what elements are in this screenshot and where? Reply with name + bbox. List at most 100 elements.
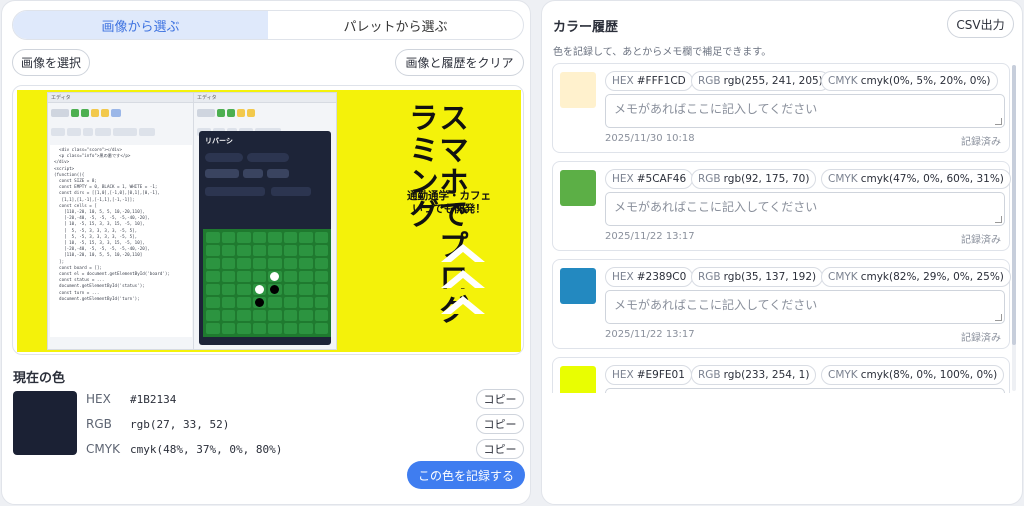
select-image-button[interactable]: 画像を選択 <box>12 49 90 76</box>
board-cell <box>268 310 282 321</box>
board-cell <box>237 271 251 282</box>
history-card: HEX #E9FE01 RGB rgb(233, 254, 1) CMYK cmyk(… <box>552 357 1010 393</box>
hex-chip-value: #2389C0 <box>636 271 687 283</box>
history-swatch[interactable] <box>560 170 596 206</box>
history-swatch[interactable] <box>560 366 596 393</box>
board-cell <box>314 271 328 282</box>
copy-rgb-button[interactable]: コピー <box>476 414 524 434</box>
history-swatch[interactable] <box>560 72 596 108</box>
memo-field[interactable]: メモがあればここに記入してください <box>605 192 1005 226</box>
board-cell <box>237 323 251 334</box>
board-cell <box>237 232 251 243</box>
board-cell <box>252 245 266 256</box>
board-cell <box>206 258 220 269</box>
hex-chip[interactable]: HEX #5CAF46 <box>605 169 694 189</box>
cmyk-chip[interactable]: CMYK cmyk(8%, 0%, 100%, 0%) <box>821 365 1005 385</box>
board-cell <box>283 232 297 243</box>
code-area: <div class="score"></div> <p class="info… <box>50 145 192 337</box>
rgb-chip-label: RGB <box>698 75 721 87</box>
board-cell <box>314 232 328 243</box>
board-cell <box>299 310 313 321</box>
history-card: HEX #2389C0 RGB rgb(35, 137, 192) CMYK cmyk… <box>552 259 1011 349</box>
rgb-chip-label: RGB <box>698 271 721 283</box>
board-cell <box>268 258 282 269</box>
arrow-up-icon <box>441 270 485 288</box>
rgb-chip-value: rgb(35, 137, 192) <box>723 271 817 283</box>
color-history-panel: カラー履歴 CSV出力 色を記録して、あとからメモ欄で補足できます。 HEX #F… <box>541 0 1023 505</box>
history-swatch[interactable] <box>560 268 596 304</box>
rgb-chip[interactable]: RGB rgb(92, 175, 70) <box>691 169 817 189</box>
board-cell <box>252 297 266 308</box>
cmyk-chip-label: CMYK <box>828 271 858 283</box>
code-line: document.getElementById('turn'); <box>54 295 140 301</box>
cmyk-chip[interactable]: CMYK cmyk(82%, 29%, 0%, 25%) <box>821 267 1011 287</box>
board-cell <box>314 245 328 256</box>
board-cell <box>252 284 266 295</box>
board-cell <box>283 323 297 334</box>
tab-from-palette[interactable]: パレットから選ぶ <box>268 11 523 39</box>
board-cell <box>299 297 313 308</box>
hex-chip[interactable]: HEX #FFF1CD <box>605 71 693 91</box>
hex-label: HEX <box>86 392 111 406</box>
history-description: 色を記録して、あとからメモ欄で補足できます。 <box>553 47 772 58</box>
tab-from-image[interactable]: 画像から選ぶ <box>13 11 268 39</box>
rgb-chip-label: RGB <box>698 369 721 381</box>
preview-subtext: 通勤通学・カフェ いつでも開発！ <box>407 190 491 216</box>
history-card: HEX #FFF1CD RGB rgb(255, 241, 205) CMYK cmy… <box>552 63 1010 153</box>
cmyk-value: cmyk(48%, 37%, 0%, 80%) <box>130 443 283 456</box>
board-cell <box>206 284 220 295</box>
board-cell <box>252 258 266 269</box>
board-cell <box>299 245 313 256</box>
preview-subtext-line2: いつでも開発！ <box>412 203 486 215</box>
rgb-chip-value: rgb(92, 175, 70) <box>723 173 810 185</box>
memo-field[interactable]: メモがあればここに記入してください <box>605 388 1005 393</box>
current-color-swatch <box>13 391 77 455</box>
csv-export-button[interactable]: CSV出力 <box>947 10 1014 38</box>
cmyk-label: CMYK <box>86 442 120 456</box>
memo-field[interactable]: メモがあればここに記入してください <box>605 94 1005 128</box>
hex-chip[interactable]: HEX #E9FE01 <box>605 365 692 385</box>
source-tabs: 画像から選ぶ パレットから選ぶ <box>12 10 524 40</box>
image-preview[interactable]: エディタ <div class="score"></div> <p class=… <box>12 85 524 355</box>
board-cell <box>221 310 235 321</box>
board-cell <box>283 258 297 269</box>
board-cell <box>237 284 251 295</box>
record-date: 2025/11/30 10:18 <box>605 133 695 144</box>
hex-value: #1B2134 <box>130 393 177 406</box>
record-color-button[interactable]: この色を記録する <box>407 461 525 489</box>
board-cell <box>206 232 220 243</box>
board-cell <box>268 297 282 308</box>
board-cell <box>314 258 328 269</box>
board-cell <box>221 271 235 282</box>
preview-image[interactable]: エディタ <div class="score"></div> <p class=… <box>17 90 521 352</box>
board-cell <box>206 310 220 321</box>
arrow-up-icon <box>441 296 485 314</box>
hex-chip-label: HEX <box>612 173 634 185</box>
hex-chip[interactable]: HEX #2389C0 <box>605 267 694 287</box>
copy-hex-button[interactable]: コピー <box>476 389 524 409</box>
record-date: 2025/11/22 13:17 <box>605 329 695 340</box>
board-cell <box>206 271 220 282</box>
clear-image-history-button[interactable]: 画像と履歴をクリア <box>395 49 524 76</box>
copy-cmyk-button[interactable]: コピー <box>476 439 524 459</box>
history-card: HEX #5CAF46 RGB rgb(92, 175, 70) CMYK cmyk(… <box>552 161 1011 251</box>
board-cell <box>252 232 266 243</box>
board-cell <box>221 284 235 295</box>
memo-placeholder: メモがあればここに記入してください <box>614 102 818 116</box>
rgb-chip[interactable]: RGB rgb(233, 254, 1) <box>691 365 817 385</box>
board-cell <box>221 323 235 334</box>
cmyk-chip[interactable]: CMYK cmyk(0%, 5%, 20%, 0%) <box>821 71 998 91</box>
board-cell <box>314 310 328 321</box>
reversi-stone <box>270 272 280 281</box>
history-scrollbar-thumb[interactable] <box>1012 65 1016 345</box>
rgb-chip[interactable]: RGB rgb(35, 137, 192) <box>691 267 824 287</box>
hex-chip-label: HEX <box>612 369 634 381</box>
memo-field[interactable]: メモがあればここに記入してください <box>605 290 1005 324</box>
record-status: 記録済み <box>961 333 1001 344</box>
cmyk-chip[interactable]: CMYK cmyk(47%, 0%, 60%, 31%) <box>821 169 1011 189</box>
rgb-chip[interactable]: RGB rgb(255, 241, 205) <box>691 71 830 91</box>
board-cell <box>237 258 251 269</box>
board-cell <box>252 271 266 282</box>
reversi-stone <box>254 285 264 294</box>
board-cell <box>283 310 297 321</box>
